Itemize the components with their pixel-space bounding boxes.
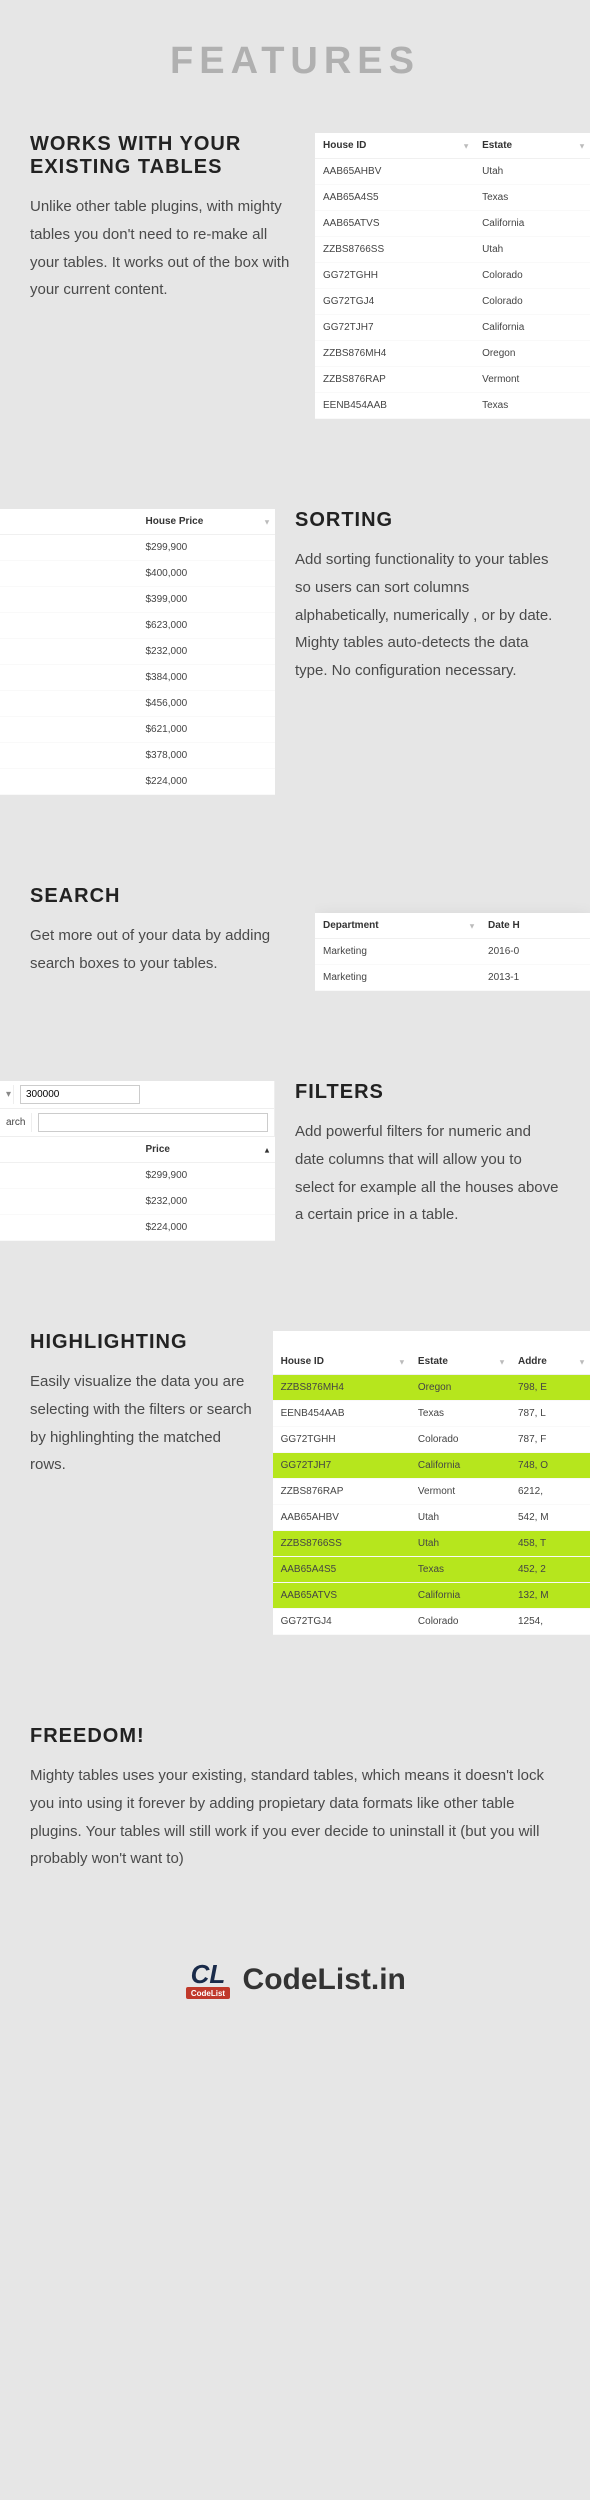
table-row: $400,000 <box>0 561 275 587</box>
body-existing-tables: Unlike other table plugins, with mighty … <box>30 193 295 304</box>
col-price[interactable]: Price▴ <box>138 1137 276 1163</box>
table-row: $399,000 <box>0 587 275 613</box>
table-row: GG72TGJ4Colorado <box>315 289 590 315</box>
col-house-price[interactable]: House Price▾ <box>138 509 276 535</box>
search-input[interactable] <box>38 1113 268 1132</box>
table-row: ZZBS876RAPVermont <box>315 367 590 393</box>
section-filters: ▾ arch Price▴ $299,900$232,000$224,000 <box>0 1081 590 1331</box>
svg-text:CodeList: CodeList <box>191 1989 226 1998</box>
table-row: $224,000 <box>0 1215 275 1241</box>
table-row: $621,000 <box>0 717 275 743</box>
table-header[interactable]: Estate▾ <box>410 1349 510 1375</box>
table-filters: ▾ arch Price▴ $299,900$232,000$224,000 <box>0 1081 275 1241</box>
sort-icon: ▾ <box>265 517 269 526</box>
table-header[interactable]: House ID▾ <box>273 1349 410 1375</box>
heading-existing-tables: WORKS WITH YOUR EXISTING TABLES <box>30 133 295 179</box>
section-search: SEARCH Get more out of your data by addi… <box>0 885 590 1081</box>
table-header[interactable]: Estate▾ <box>474 133 590 159</box>
heading-freedom: FREEDOM! <box>30 1725 560 1748</box>
body-filters: Add powerful filters for numeric and dat… <box>295 1118 560 1229</box>
body-sorting: Add sorting functionality to your tables… <box>295 546 560 685</box>
table-row: ZZBS876RAPVermont6212, <box>273 1479 590 1505</box>
table-row: Marketing2013-1 <box>315 965 590 991</box>
table-row: AAB65A4S5Texas <box>315 185 590 211</box>
table-header[interactable]: House ID▾ <box>315 133 474 159</box>
body-search: Get more out of your data by adding sear… <box>30 922 295 978</box>
section-existing-tables: WORKS WITH YOUR EXISTING TABLES Unlike o… <box>0 133 590 509</box>
table-header[interactable]: Addre▾ <box>510 1349 590 1375</box>
section-sorting: House Price▾ $299,900$400,000$399,000$62… <box>0 509 590 885</box>
table-row: ZZBS876MH4Oregon798, E <box>273 1375 590 1401</box>
svg-text:CL: CL <box>191 1959 226 1989</box>
table-row: EENB454AABTexas787, L <box>273 1401 590 1427</box>
table-sorting: House Price▾ $299,900$400,000$399,000$62… <box>0 509 275 795</box>
brand-logo: CodeList CL CodeList.in <box>0 1933 590 2046</box>
table-row: AAB65ATVSCalifornia132, M <box>273 1583 590 1609</box>
table-row: GG72TJH7California <box>315 315 590 341</box>
table-existing: House ID▾Estate▾ AAB65AHBVUtahAAB65A4S5T… <box>315 133 590 419</box>
table-row: $623,000 <box>0 613 275 639</box>
table-row: AAB65AHBVUtah <box>315 159 590 185</box>
table-row: $224,000 <box>0 769 275 795</box>
table-row: Marketing2016-0 <box>315 939 590 965</box>
table-row: GG72TGJ4Colorado1254, <box>273 1609 590 1635</box>
table-row: ZZBS8766SSUtah <box>315 237 590 263</box>
table-row: $384,000 <box>0 665 275 691</box>
table-row: $299,900 <box>0 1163 275 1189</box>
body-freedom: Mighty tables uses your existing, standa… <box>30 1762 560 1873</box>
table-row: GG72TJH7California748, O <box>273 1453 590 1479</box>
table-search: Department▾Date H Marketing2016-0Marketi… <box>315 913 590 991</box>
logo-mark-icon: CodeList CL <box>184 1953 232 2006</box>
body-highlighting: Easily visualize the data you are select… <box>30 1368 253 1479</box>
section-freedom: FREEDOM! Mighty tables uses your existin… <box>0 1725 590 1933</box>
logo-text: CodeList.in <box>243 1963 406 1997</box>
table-row: $456,000 <box>0 691 275 717</box>
table-header[interactable]: Date H <box>480 913 590 939</box>
table-row: GG72TGHHColorado <box>315 263 590 289</box>
filter-input-price[interactable] <box>20 1085 140 1104</box>
filter-dropdown-icon[interactable]: ▾ <box>0 1085 14 1104</box>
table-row: GG72TGHHColorado787, F <box>273 1427 590 1453</box>
table-row: ZZBS876MH4Oregon <box>315 341 590 367</box>
heading-search: SEARCH <box>30 885 295 908</box>
sort-asc-icon: ▴ <box>265 1145 269 1154</box>
search-label: arch <box>0 1113 32 1132</box>
table-row: $232,000 <box>0 639 275 665</box>
table-row: $232,000 <box>0 1189 275 1215</box>
section-highlighting: HIGHLIGHTING Easily visualize the data y… <box>0 1331 590 1725</box>
heading-sorting: SORTING <box>295 509 560 532</box>
table-row: AAB65ATVSCalifornia <box>315 211 590 237</box>
table-row: AAB65A4S5Texas452, 2 <box>273 1557 590 1583</box>
table-row: AAB65AHBVUtah542, M <box>273 1505 590 1531</box>
table-row: $378,000 <box>0 743 275 769</box>
table-row: ZZBS8766SSUtah458, T <box>273 1531 590 1557</box>
heading-highlighting: HIGHLIGHTING <box>30 1331 253 1354</box>
table-row: EENB454AABTexas <box>315 393 590 419</box>
table-header[interactable]: Department▾ <box>315 913 480 939</box>
table-highlighting: House ID▾Estate▾Addre▾ ZZBS876MH4Oregon7… <box>273 1331 590 1635</box>
page-title: FEATURES <box>0 0 590 133</box>
heading-filters: FILTERS <box>295 1081 560 1104</box>
table-row: $299,900 <box>0 535 275 561</box>
